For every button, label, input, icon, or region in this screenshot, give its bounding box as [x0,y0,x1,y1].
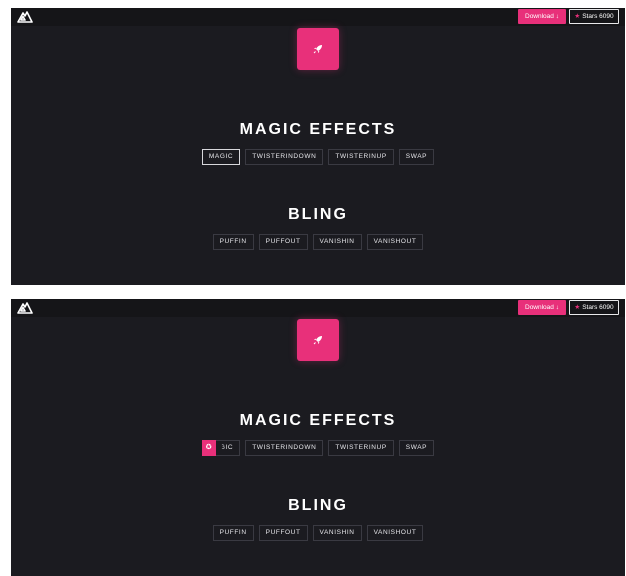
effect-button-puffin[interactable]: PUFFIN [212,234,254,250]
effect-button-puffout[interactable]: PUFFOUT [258,525,308,541]
effect-button-label: PUFFIN [219,529,247,536]
download-label: Download [525,304,554,311]
screenshot-frame-2: Download ↓ ★ Stars 6090 MAGIC EFFECTS MAG… [11,299,625,576]
effect-button-swap[interactable]: SWAP [398,440,435,456]
effect-button-label: MAGIC [208,153,234,160]
bling-buttons: PUFFIN PUFFOUT VANISHIN VANISHOUT [11,525,625,541]
effect-button-label: TWISTERINDOWN [252,153,317,160]
section-title-magic-effects: MAGIC EFFECTS [239,121,397,138]
mountain-logo-icon[interactable] [17,301,33,314]
magic-effect-overlay-icon: ✪ [201,440,216,456]
effect-button-label: TWISTERINDOWN [252,444,317,451]
section-title-bling: BLING [288,206,348,223]
stars-label: Stars 6090 [582,13,614,20]
effect-button-vanishin[interactable]: VANISHIN [312,525,362,541]
effect-button-twisterinup[interactable]: TWISTERINUP [328,440,394,456]
rocket-icon [313,336,322,345]
effect-button-label: SWAP [405,153,428,160]
effect-button-puffin[interactable]: PUFFIN [212,525,254,541]
effect-button-label: TWISTERINUP [335,444,387,451]
star-icon: ★ [574,304,581,311]
effect-button-magic[interactable]: MAGIC ✪ [201,440,241,456]
magic-effects-buttons: MAGIC TWISTERINDOWN TWISTERINUP SWAP [11,149,625,165]
rocket-tile [297,28,339,70]
effect-button-label: PUFFOUT [265,238,301,245]
effect-button-swap[interactable]: SWAP [398,149,435,165]
effect-button-label: SWAP [405,444,428,451]
effect-button-label: VANISHOUT [373,238,417,245]
download-arrow-icon: ↓ [555,13,559,20]
stars-label: Stars 6090 [582,304,614,311]
effect-button-vanishout[interactable]: VANISHOUT [366,234,424,250]
rocket-icon [313,45,322,54]
effect-button-label: VANISHOUT [373,529,417,536]
effect-button-label: TWISTERINUP [335,153,387,160]
rocket-tile [297,319,339,361]
github-stars-button[interactable]: ★ Stars 6090 [569,9,619,24]
effect-button-label: VANISHIN [319,238,355,245]
effect-button-puffout[interactable]: PUFFOUT [258,234,308,250]
effect-button-magic[interactable]: MAGIC [201,149,241,165]
bling-buttons: PUFFIN PUFFOUT VANISHIN VANISHOUT [11,234,625,250]
effect-button-twisterindown[interactable]: TWISTERINDOWN [245,440,324,456]
top-bar: Download ↓ ★ Stars 6090 [11,299,625,317]
download-button[interactable]: Download ↓ [518,9,566,24]
download-arrow-icon: ↓ [555,304,559,311]
github-stars-button[interactable]: ★ Stars 6090 [569,300,619,315]
effect-button-vanishout[interactable]: VANISHOUT [366,525,424,541]
mountain-logo-icon[interactable] [17,10,33,23]
top-bar: Download ↓ ★ Stars 6090 [11,8,625,26]
section-title-magic-effects: MAGIC EFFECTS [239,412,397,429]
download-button[interactable]: Download ↓ [518,300,566,315]
magic-effects-buttons: MAGIC ✪ TWISTERINDOWN TWISTERINUP SWAP [11,440,625,456]
download-label: Download [525,13,554,20]
effect-button-vanishin[interactable]: VANISHIN [312,234,362,250]
effect-button-label: PUFFOUT [265,529,301,536]
effect-button-twisterindown[interactable]: TWISTERINDOWN [245,149,324,165]
section-title-bling: BLING [288,497,348,514]
effect-button-label: PUFFIN [219,238,247,245]
star-icon: ★ [574,13,581,20]
effect-button-twisterinup[interactable]: TWISTERINUP [328,149,394,165]
screenshot-frame-1: Download ↓ ★ Stars 6090 MAGIC EFFECTS MAG… [11,8,625,285]
effect-button-label: VANISHIN [319,529,355,536]
